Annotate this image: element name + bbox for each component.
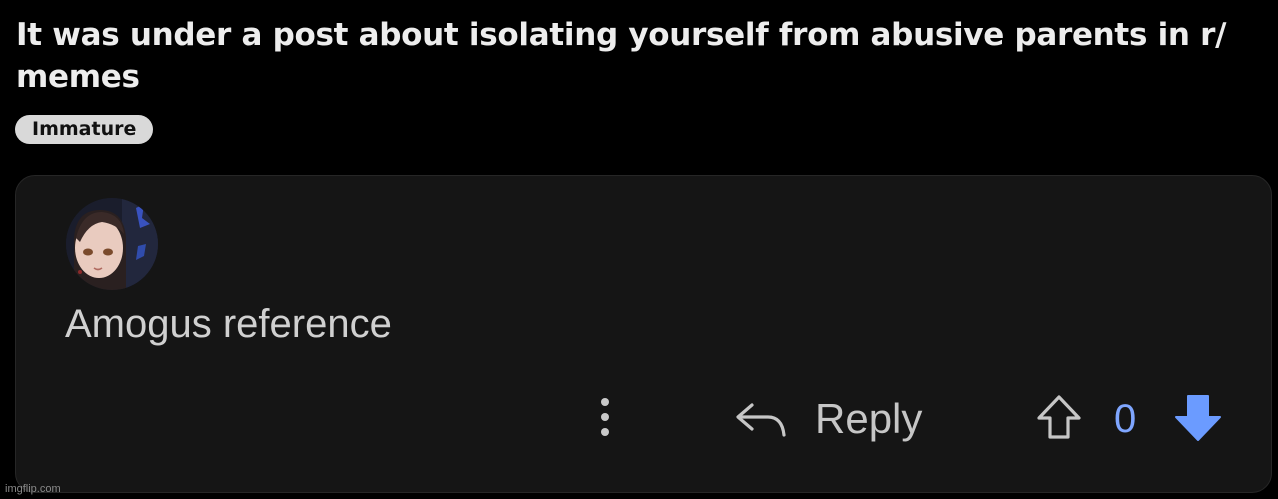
- reply-button[interactable]: Reply: [734, 394, 922, 444]
- vote-count: 0: [1114, 397, 1137, 441]
- more-vertical-icon-dot-1: [601, 398, 609, 406]
- user-avatar-icon[interactable]: [66, 198, 158, 290]
- comment-card: Amogus reference Reply 0: [15, 175, 1272, 493]
- imgflip-watermark: imgflip.com: [5, 483, 61, 495]
- more-vertical-icon-dot-2: [601, 413, 609, 421]
- downvote-arrow-filled-icon[interactable]: [1172, 392, 1224, 444]
- reply-label: Reply: [815, 395, 923, 442]
- post-flair-badge[interactable]: Immature: [15, 115, 154, 144]
- more-options-button[interactable]: [590, 394, 620, 440]
- post-title: It was under a post about isolating your…: [16, 17, 1227, 95]
- more-vertical-icon-dot-3: [601, 428, 609, 436]
- comment-body-text: Amogus reference: [65, 302, 392, 346]
- upvote-arrow-outline-icon[interactable]: [1034, 392, 1084, 442]
- reply-arrow-icon: [736, 403, 786, 437]
